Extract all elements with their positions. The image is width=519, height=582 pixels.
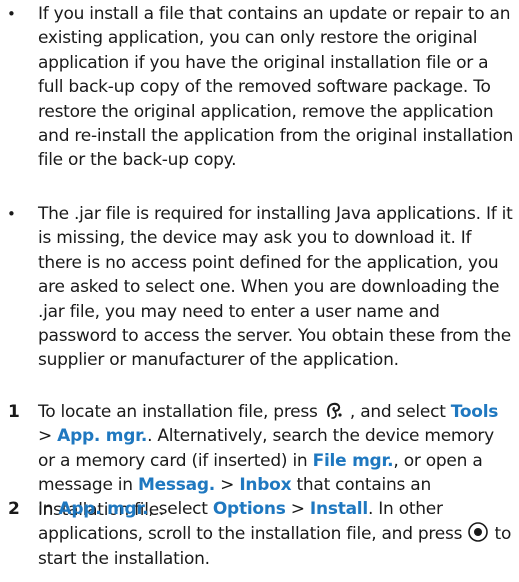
ui-label-options: Options	[212, 499, 286, 519]
step-number: 2	[8, 499, 20, 519]
step-text-part: >	[38, 426, 58, 447]
bullet-marker: •	[7, 5, 16, 23]
ui-label-install: Install	[309, 499, 368, 519]
step-text: In App. mgr., select Options > Install. …	[38, 497, 514, 571]
step-text-part: , select	[148, 499, 213, 519]
step-text-part: To locate an installation file, press	[38, 402, 323, 422]
ui-label-app-mgr: App. mgr.	[57, 426, 148, 447]
step-number: 1	[8, 402, 20, 422]
menu-key-icon	[326, 402, 342, 419]
bullet-marker: •	[7, 205, 16, 223]
step-text-part: >	[285, 499, 310, 519]
step-text-part: , and select	[344, 402, 451, 422]
bullet-text: If you install a file that contains an u…	[38, 4, 514, 171]
ui-label-tools: Tools	[450, 402, 499, 422]
ui-label-messag: Messag.	[137, 475, 216, 496]
ui-label-app-mgr: App. mgr.	[58, 499, 149, 519]
manual-page: • If you install a file that contains an…	[0, 0, 519, 582]
bullet-text: The .jar file is required for installing…	[38, 204, 513, 371]
selection-key-icon	[468, 522, 489, 543]
step-text-part: In	[38, 499, 59, 519]
step-text-part: >	[215, 475, 240, 496]
ui-label-file-mgr: File mgr.	[312, 450, 394, 471]
ui-label-inbox: Inbox	[239, 475, 292, 496]
